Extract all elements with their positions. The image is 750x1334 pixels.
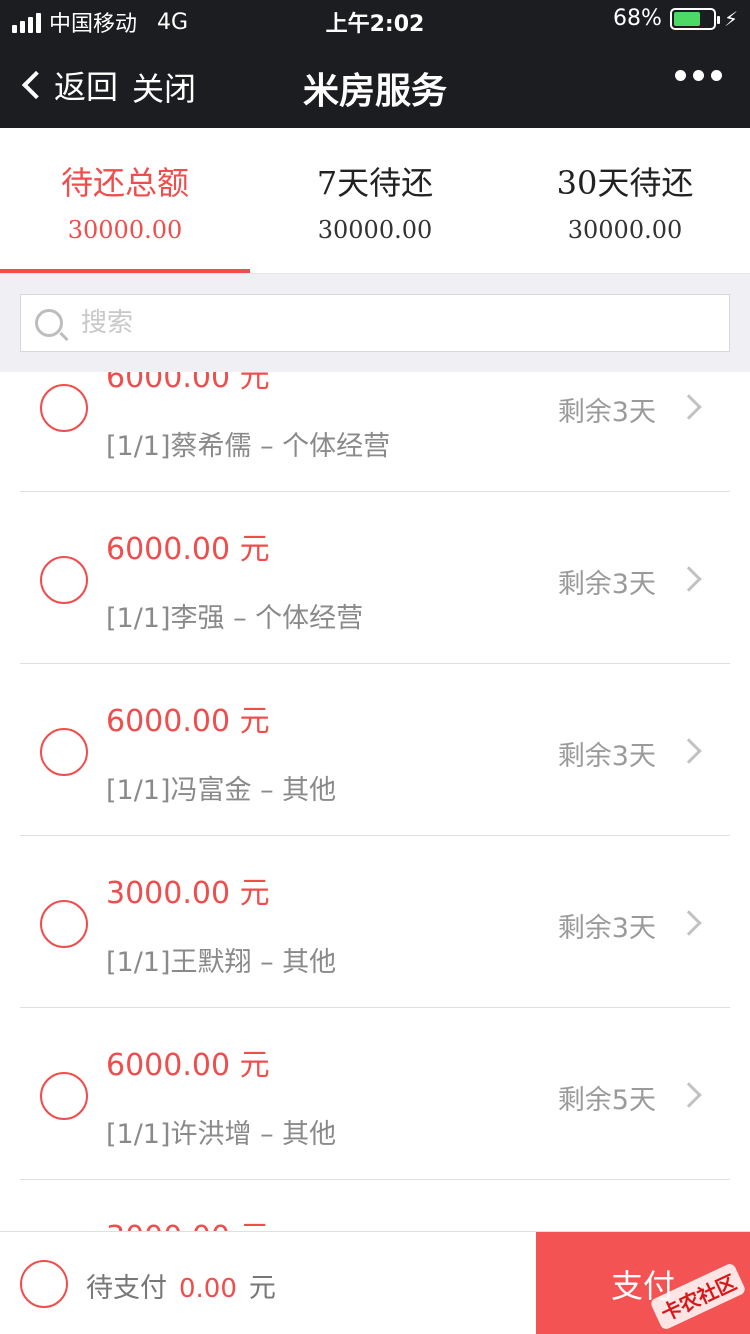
list-item[interactable]: 3000.00 元 [20,1180,730,1231]
navigation-bar: 返回 关闭 米房服务 [0,40,750,128]
pending-payment: 待支付 0.00 元 [86,1266,276,1305]
select-radio[interactable] [40,384,88,432]
pending-unit: 元 [248,1273,276,1304]
tab-value: 30000.00 [67,216,183,244]
summary-tabs: 待还总额 30000.00 7天待还 30000.00 30天待还 30000.… [0,128,750,274]
list-item[interactable]: 6000.00 元 [1/1]许洪增 – 其他 剩余5天 [20,1008,730,1180]
list-item[interactable]: 6000.00 元 [1/1]蔡希儒 – 个体经营 剩余3天 [20,372,730,492]
tab-30-days[interactable]: 30天待还 30000.00 [500,128,750,273]
chevron-right-icon [676,566,702,592]
item-remaining-days: 剩余5天 [557,1085,656,1116]
item-remaining-days: 剩余3天 [557,913,656,944]
item-amount: 3000.00 元 [106,876,270,911]
item-description: [1/1]蔡希儒 – 个体经营 [106,431,391,462]
battery-percent: 68% [613,6,662,31]
tab-value: 30000.00 [317,216,433,244]
item-description: [1/1]冯富金 – 其他 [106,775,337,806]
tab-7-days[interactable]: 7天待还 30000.00 [250,128,500,273]
list-item[interactable]: 3000.00 元 [1/1]王默翔 – 其他 剩余3天 [20,836,730,1008]
item-amount: 6000.00 元 [106,372,270,395]
status-bar: 中国移动 4G 上午2:02 68% ⚡ [0,0,750,40]
item-description: [1/1]许洪增 – 其他 [106,1119,337,1150]
item-description: [1/1]王默翔 – 其他 [106,947,337,978]
item-amount: 3000.00 元 [106,1212,270,1231]
status-right: 68% ⚡ [613,6,738,31]
tab-label: 30天待还 [556,164,694,202]
tab-label: 待还总额 [60,164,189,202]
list-item[interactable]: 6000.00 元 [1/1]李强 – 个体经营 剩余3天 [20,492,730,664]
active-tab-indicator [0,269,250,273]
select-all-radio[interactable] [20,1260,68,1308]
search-box[interactable] [20,294,730,352]
chevron-right-icon [676,738,702,764]
pay-button[interactable]: 支付 卡农社区 [536,1232,750,1334]
select-radio[interactable] [40,900,88,948]
item-description: [1/1]李强 – 个体经营 [106,603,364,634]
tab-label: 7天待还 [316,164,434,202]
search-icon [35,309,63,337]
item-remaining-days: 剩余3天 [557,741,656,772]
more-icon[interactable] [675,70,722,81]
item-amount: 6000.00 元 [106,704,270,739]
chevron-right-icon [676,910,702,936]
item-amount: 6000.00 元 [106,532,270,567]
page-title: 米房服务 [302,71,447,112]
item-remaining-days: 剩余3天 [557,569,656,600]
pending-value: 0.00 [179,1274,237,1304]
repayment-list: 6000.00 元 [1/1]蔡希儒 – 个体经营 剩余3天 6000.00 元… [0,372,750,1231]
select-radio[interactable] [40,728,88,776]
chevron-right-icon [676,394,702,420]
select-radio[interactable] [40,556,88,604]
payment-bar: 待支付 0.00 元 支付 卡农社区 [0,1231,750,1334]
list-item[interactable]: 6000.00 元 [1/1]冯富金 – 其他 剩余3天 [20,664,730,836]
search-bar [0,274,750,372]
battery-icon [669,7,720,30]
tab-total-due[interactable]: 待还总额 30000.00 [0,128,250,273]
tab-value: 30000.00 [567,216,683,244]
pending-label: 待支付 [86,1273,167,1304]
select-radio[interactable] [40,1072,88,1120]
item-remaining-days: 剩余3天 [557,397,656,428]
item-amount: 6000.00 元 [106,1048,270,1083]
charging-icon: ⚡ [723,6,738,31]
top-bar: 中国移动 4G 上午2:02 68% ⚡ 返回 关闭 米房服务 [0,0,750,128]
search-input[interactable] [81,308,701,338]
chevron-right-icon [676,1082,702,1108]
